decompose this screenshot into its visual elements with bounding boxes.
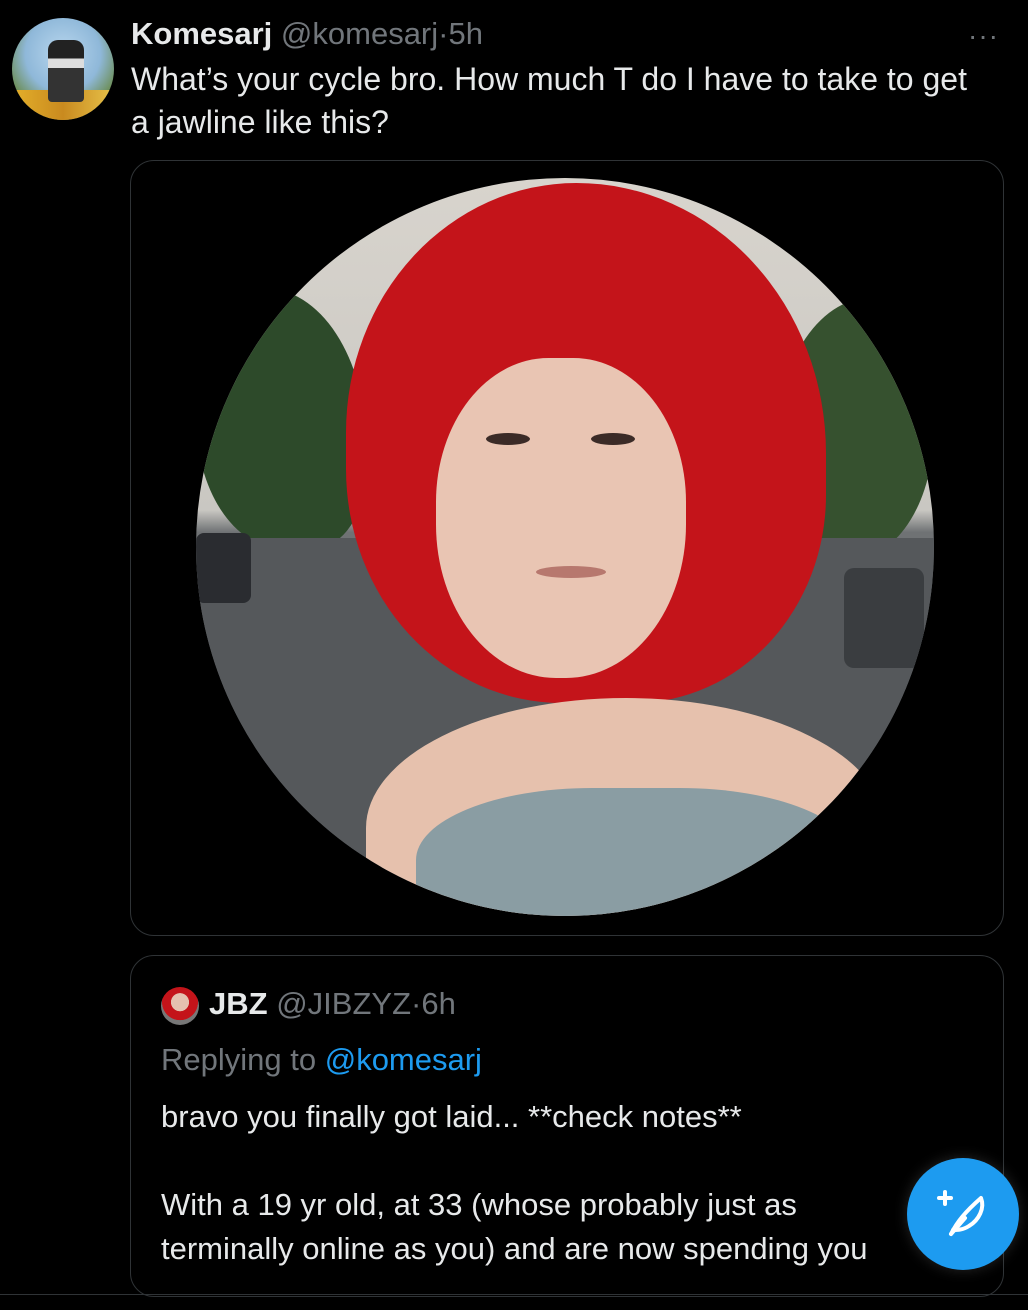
tweet-text: What’s your cycle bro. How much T do I h… (131, 61, 967, 140)
photo-mouth (536, 566, 606, 578)
more-options-icon[interactable]: ··· (968, 20, 999, 52)
quoted-text-line: With a 19 yr old, at 33 (whose probably … (161, 1187, 797, 1222)
compose-button[interactable] (907, 1158, 1019, 1270)
photo-car-left (196, 533, 251, 603)
quoted-text-spacer (161, 1139, 1003, 1183)
replying-prefix: Replying to (161, 1042, 317, 1077)
quoted-author-avatar[interactable] (161, 987, 199, 1025)
photo-tree-left (196, 288, 366, 548)
photo-eye-right (591, 433, 635, 445)
tweet-header: Komesarj @komesarj·5h (131, 14, 483, 54)
author-avatar[interactable] (12, 18, 114, 120)
photo-eye-left (486, 433, 530, 445)
tweet-media[interactable] (130, 160, 1004, 936)
quoted-author-handle[interactable]: @JIBZYZ (276, 986, 411, 1021)
quoted-tweet-text: bravo you finally got laid... **check no… (161, 1095, 1003, 1271)
circular-photo (196, 178, 934, 916)
tweet[interactable]: Komesarj @komesarj·5h ··· What’s your cy… (0, 0, 1028, 1310)
avatar-figure (48, 40, 84, 102)
author-handle[interactable]: @komesarj (281, 16, 438, 51)
separator-dot: · (411, 986, 422, 1021)
quoted-author-name[interactable]: JBZ (209, 986, 268, 1021)
photo-car-right (844, 568, 924, 668)
compose-feather-plus-icon (937, 1190, 985, 1236)
quoted-tweet-time[interactable]: 6h (421, 986, 455, 1021)
divider (0, 1294, 1028, 1295)
quoted-tweet-header: JBZ @JIBZYZ·6h (209, 984, 456, 1024)
replying-mention-link[interactable]: @komesarj (325, 1042, 482, 1077)
quoted-text-line: terminally online as you) and are now sp… (161, 1231, 868, 1266)
author-name[interactable]: Komesarj (131, 16, 272, 51)
separator-dot: · (438, 16, 449, 51)
tweet-time[interactable]: 5h (448, 16, 482, 51)
photo-tank-top (416, 788, 856, 916)
quoted-text-line: bravo you finally got laid... **check no… (161, 1099, 742, 1134)
quoted-tweet[interactable]: JBZ @JIBZYZ·6h Replying to @komesarj bra… (130, 955, 1004, 1297)
photo-face (436, 358, 686, 678)
replying-to: Replying to @komesarj (161, 1040, 482, 1080)
